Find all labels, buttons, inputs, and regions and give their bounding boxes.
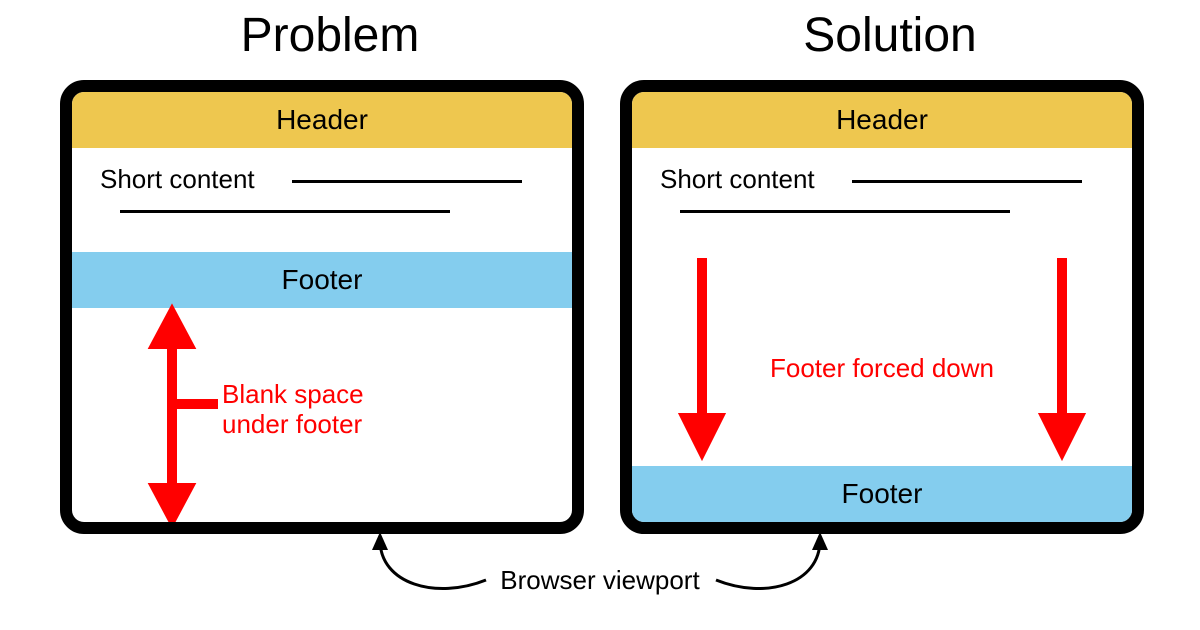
down-arrows-icon: [632, 92, 1132, 522]
viewport-problem: Header Short content Footer Blank space …: [60, 80, 584, 534]
footer-bar-mid: Footer: [72, 252, 572, 308]
content-rule: [852, 180, 1082, 183]
viewport-solution: Header Short content Footer Footer force…: [620, 80, 1144, 534]
footer-label: Footer: [842, 478, 923, 510]
header-label: Header: [276, 104, 368, 136]
footer-label: Footer: [282, 264, 363, 296]
header-label: Header: [836, 104, 928, 136]
header-bar: Header: [632, 92, 1132, 148]
footer-bar-bottom: Footer: [632, 466, 1132, 522]
caption-browser-viewport: Browser viewport: [0, 565, 1200, 596]
annotation-forced-down: Footer forced down: [632, 354, 1132, 384]
content-rule: [680, 210, 1010, 213]
header-bar: Header: [72, 92, 572, 148]
content-rule: [292, 180, 522, 183]
annotation-blank-space: Blank space under footer: [222, 380, 364, 440]
short-content-label: Short content: [660, 164, 815, 195]
title-solution: Solution: [630, 8, 1150, 63]
content-rule: [120, 210, 450, 213]
title-problem: Problem: [70, 8, 590, 63]
short-content-label: Short content: [100, 164, 255, 195]
diagram-root: { "titles": { "problem": "Problem", "sol…: [0, 0, 1200, 630]
